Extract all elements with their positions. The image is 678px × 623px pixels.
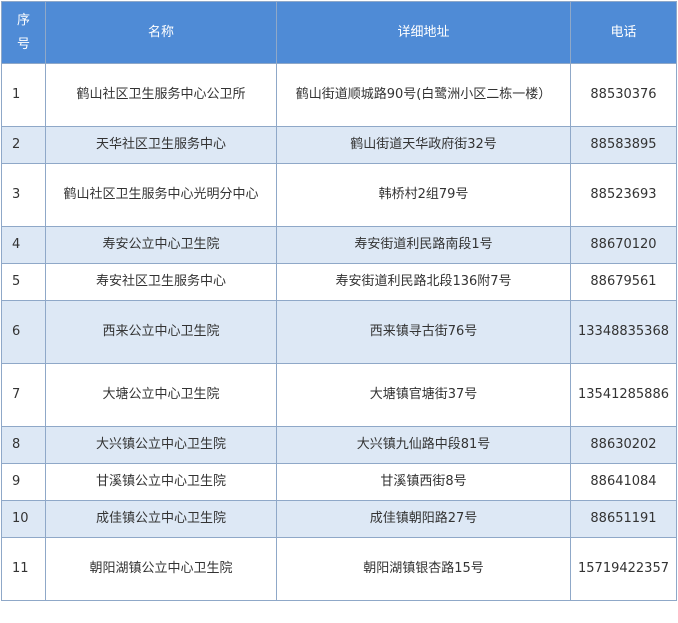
header-address: 详细地址 [276,1,571,64]
table-row: 5 寿安社区卫生服务中心 寿安街道利民路北段136附7号 88679561 [1,263,677,301]
cell-phone: 13348835368 [570,300,677,364]
cell-index: 7 [1,363,46,427]
cell-address: 鹤山街道天华政府街32号 [276,126,571,164]
table-row: 10 成佳镇公立中心卫生院 成佳镇朝阳路27号 88651191 [1,500,677,538]
header-index: 序号 [1,1,46,64]
cell-name: 天华社区卫生服务中心 [45,126,277,164]
table-row: 8 大兴镇公立中心卫生院 大兴镇九仙路中段81号 88630202 [1,426,677,464]
cell-name: 大塘公立中心卫生院 [45,363,277,427]
table-row: 4 寿安公立中心卫生院 寿安街道利民路南段1号 88670120 [1,226,677,264]
cell-address: 甘溪镇西街8号 [276,463,571,501]
cell-address: 西来镇寻古街76号 [276,300,571,364]
cell-phone: 88670120 [570,226,677,264]
cell-name: 寿安公立中心卫生院 [45,226,277,264]
cell-index: 2 [1,126,46,164]
cell-index: 9 [1,463,46,501]
cell-address: 大兴镇九仙路中段81号 [276,426,571,464]
cell-name: 成佳镇公立中心卫生院 [45,500,277,538]
cell-phone: 88679561 [570,263,677,301]
cell-address: 朝阳湖镇银杏路15号 [276,537,571,601]
cell-name: 西来公立中心卫生院 [45,300,277,364]
cell-index: 5 [1,263,46,301]
cell-name: 鹤山社区卫生服务中心公卫所 [45,63,277,127]
cell-index: 11 [1,537,46,601]
table-row: 6 西来公立中心卫生院 西来镇寻古街76号 13348835368 [1,300,677,364]
cell-name: 甘溪镇公立中心卫生院 [45,463,277,501]
cell-index: 4 [1,226,46,264]
table-row: 1 鹤山社区卫生服务中心公卫所 鹤山街道顺城路90号(白鹭洲小区二栋一楼） 88… [1,63,677,127]
cell-name: 大兴镇公立中心卫生院 [45,426,277,464]
cell-address: 寿安街道利民路北段136附7号 [276,263,571,301]
cell-index: 3 [1,163,46,227]
cell-phone: 88651191 [570,500,677,538]
cell-index: 10 [1,500,46,538]
cell-name: 朝阳湖镇公立中心卫生院 [45,537,277,601]
cell-index: 6 [1,300,46,364]
header-name: 名称 [45,1,277,64]
cell-address: 韩桥村2组79号 [276,163,571,227]
cell-index: 8 [1,426,46,464]
cell-index: 1 [1,63,46,127]
cell-address: 成佳镇朝阳路27号 [276,500,571,538]
cell-address: 大塘镇官塘街37号 [276,363,571,427]
cell-name: 鹤山社区卫生服务中心光明分中心 [45,163,277,227]
cell-phone: 88641084 [570,463,677,501]
cell-phone: 13541285886 [570,363,677,427]
header-row: 序号 名称 详细地址 电话 [1,1,677,64]
cell-phone: 88530376 [570,63,677,127]
cell-phone: 88583895 [570,126,677,164]
cell-phone: 88630202 [570,426,677,464]
cell-address: 鹤山街道顺城路90号(白鹭洲小区二栋一楼） [276,63,571,127]
table-row: 7 大塘公立中心卫生院 大塘镇官塘街37号 13541285886 [1,363,677,427]
header-phone: 电话 [570,1,677,64]
table-row: 3 鹤山社区卫生服务中心光明分中心 韩桥村2组79号 88523693 [1,163,677,227]
cell-phone: 15719422357 [570,537,677,601]
cell-phone: 88523693 [570,163,677,227]
table-row: 11 朝阳湖镇公立中心卫生院 朝阳湖镇银杏路15号 15719422357 [1,537,677,601]
cell-name: 寿安社区卫生服务中心 [45,263,277,301]
table-row: 9 甘溪镇公立中心卫生院 甘溪镇西街8号 88641084 [1,463,677,501]
table-row: 2 天华社区卫生服务中心 鹤山街道天华政府街32号 88583895 [1,126,677,164]
cell-address: 寿安街道利民路南段1号 [276,226,571,264]
health-facilities-table: 序号 名称 详细地址 电话 1 鹤山社区卫生服务中心公卫所 鹤山街道顺城路90号… [1,1,677,601]
